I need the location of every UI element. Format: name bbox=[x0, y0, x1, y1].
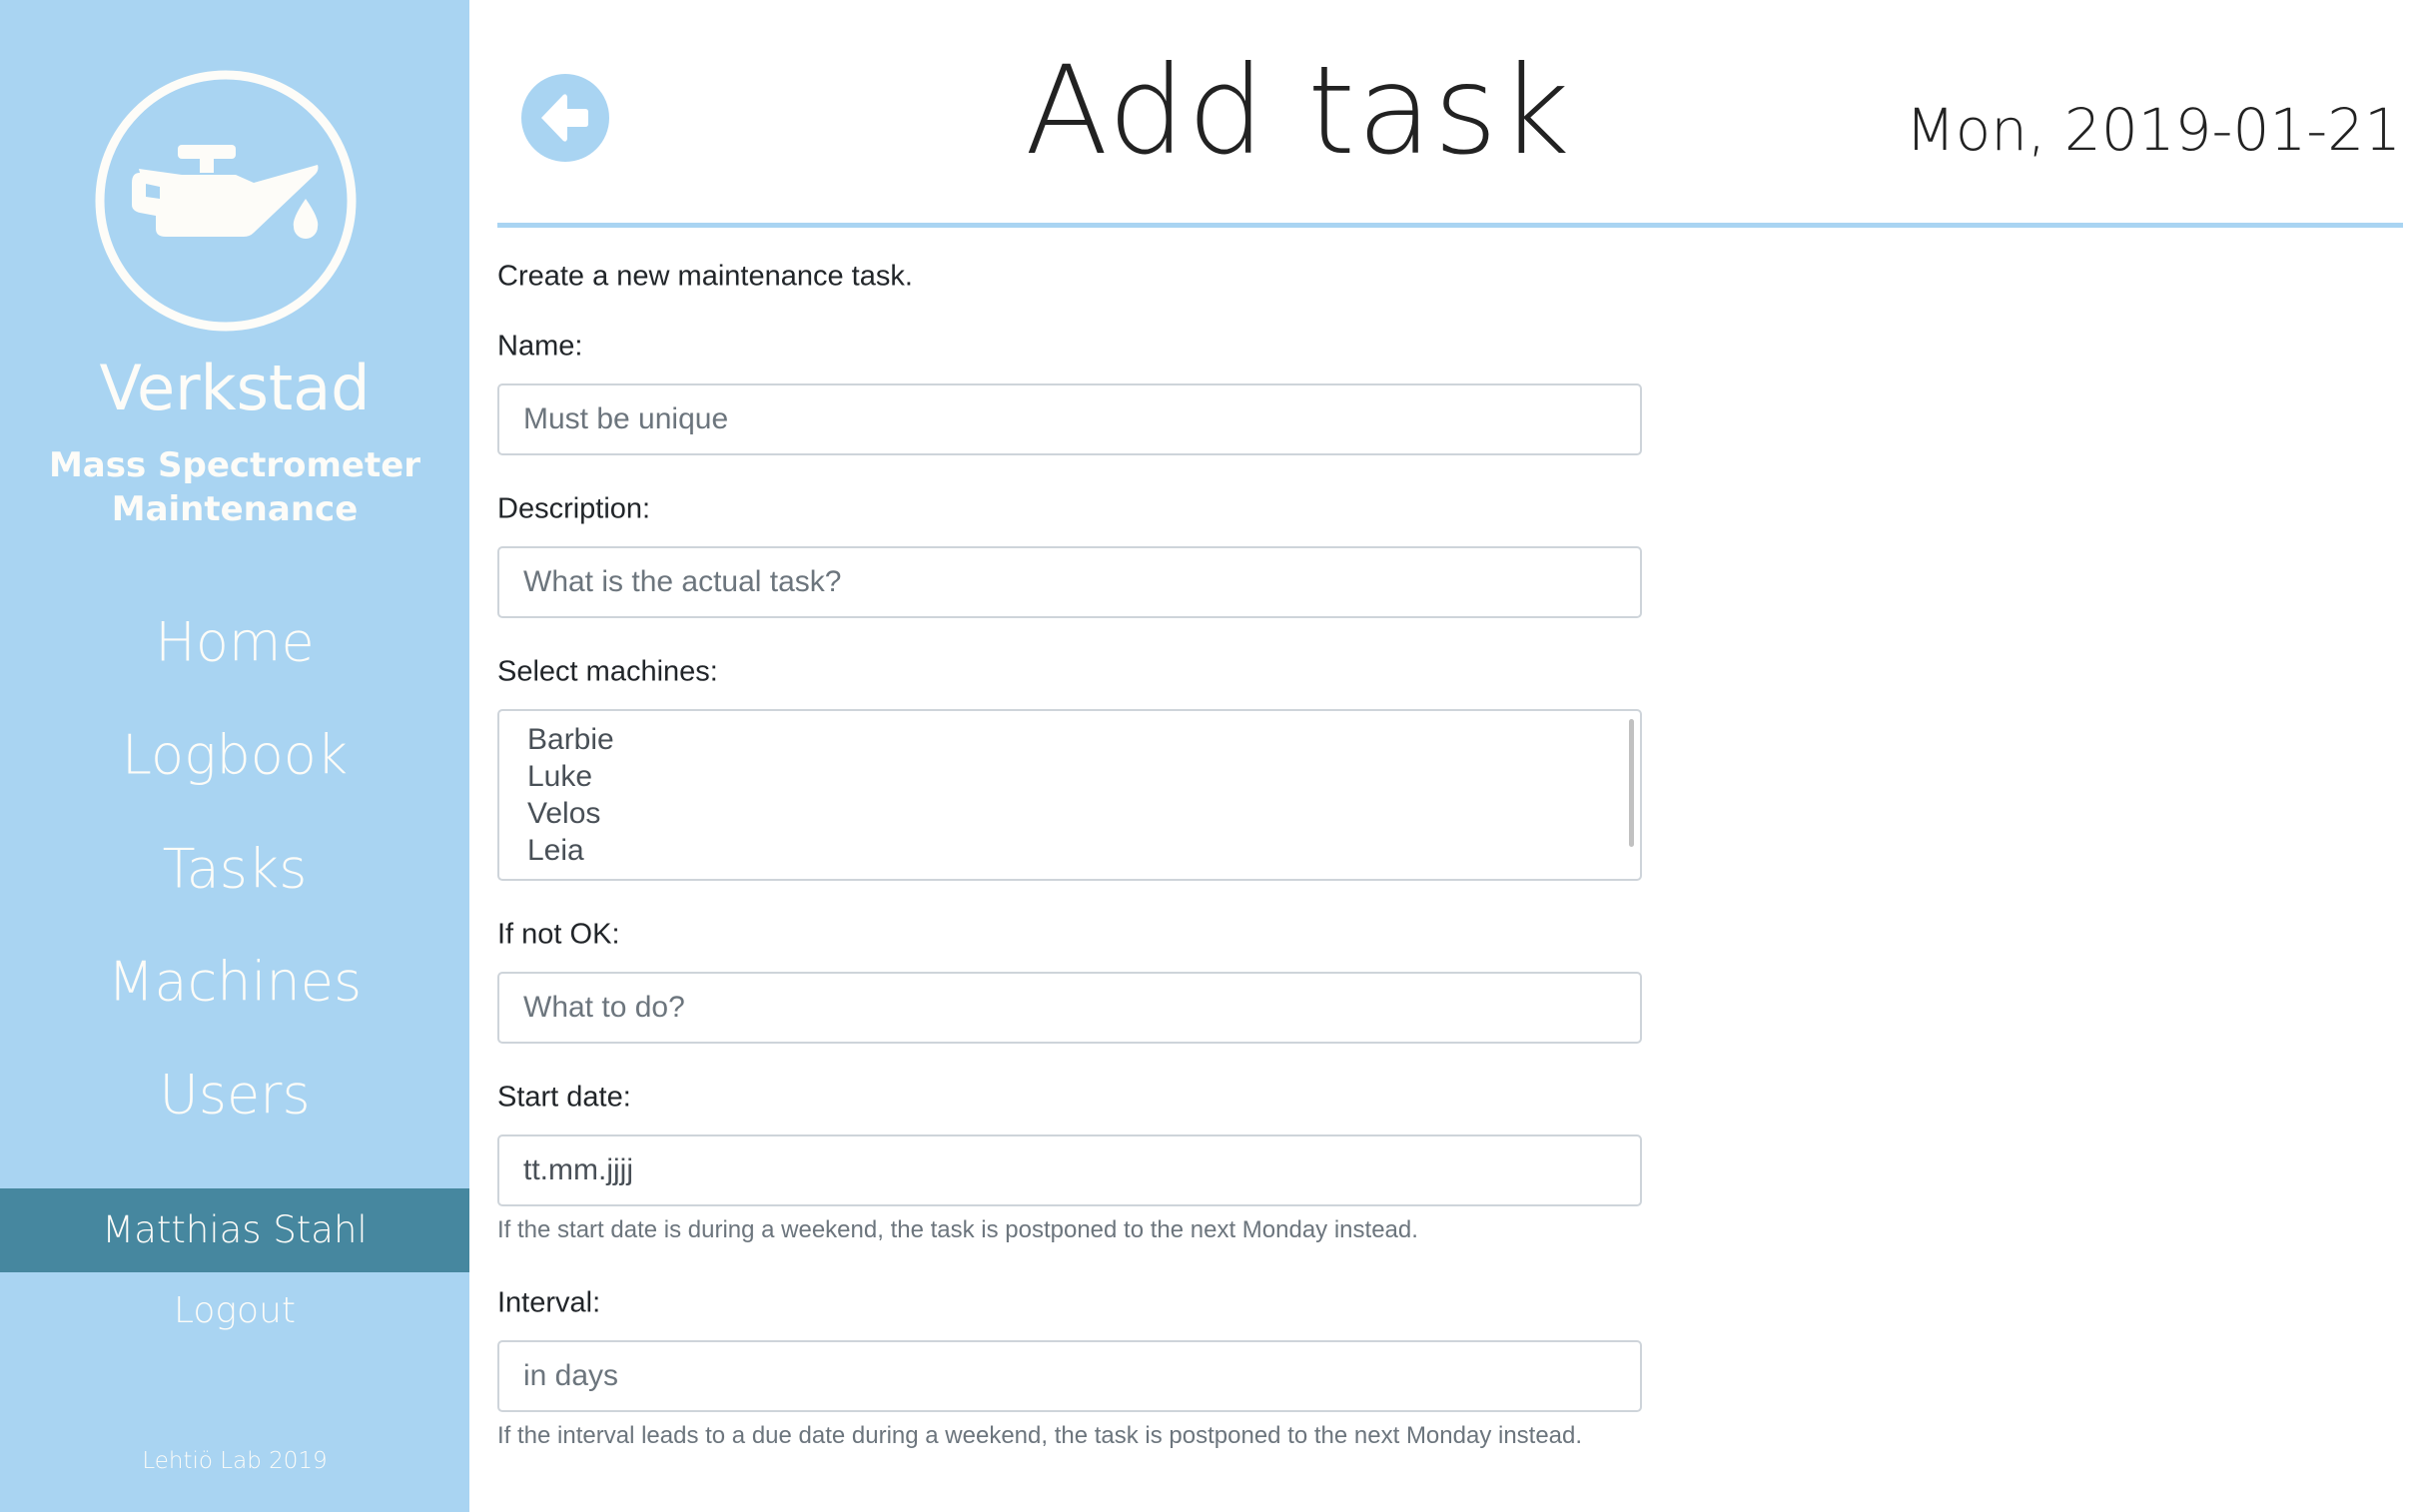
oil-can-icon bbox=[95, 70, 357, 332]
nav-tasks[interactable]: Tasks bbox=[0, 838, 469, 901]
current-user: Matthias Stahl bbox=[0, 1188, 469, 1272]
description-input[interactable]: What is the actual task? bbox=[497, 546, 1642, 618]
subtitle-line-1: Mass Spectrometer bbox=[48, 445, 421, 485]
name-label: Name: bbox=[497, 330, 583, 363]
header-divider bbox=[497, 223, 2403, 228]
ifnotok-input[interactable]: What to do? bbox=[497, 972, 1642, 1044]
scrollbar[interactable] bbox=[1629, 719, 1634, 847]
nav-logbook[interactable]: Logbook bbox=[0, 724, 469, 787]
startdate-help: If the start date is during a weekend, t… bbox=[497, 1216, 1418, 1243]
current-date: Mon, 2019-01-21 bbox=[1905, 96, 2401, 164]
machine-option[interactable]: Luke bbox=[527, 758, 1640, 795]
interval-help: If the interval leads to a due date duri… bbox=[497, 1422, 1583, 1449]
arrow-left-icon bbox=[541, 94, 588, 142]
sidebar: Verkstad Mass Spectrometer Maintenance H… bbox=[0, 0, 469, 1512]
back-button[interactable] bbox=[521, 74, 609, 162]
nav-users[interactable]: Users bbox=[0, 1064, 469, 1127]
startdate-label: Start date: bbox=[497, 1081, 631, 1114]
machine-option[interactable]: Barbie bbox=[527, 721, 1640, 758]
brand-name: Verkstad bbox=[99, 352, 371, 424]
startdate-input[interactable]: tt.mm.jjjj bbox=[497, 1134, 1642, 1206]
name-input[interactable]: Must be unique bbox=[497, 383, 1642, 455]
machine-option[interactable]: Leia bbox=[527, 832, 1640, 869]
nav-home[interactable]: Home bbox=[0, 611, 469, 674]
form-intro: Create a new maintenance task. bbox=[497, 260, 913, 293]
interval-label: Interval: bbox=[497, 1286, 601, 1319]
machines-select[interactable]: Barbie Luke Velos Leia bbox=[497, 709, 1642, 881]
logout-link[interactable]: Logout bbox=[0, 1290, 469, 1331]
interval-input[interactable]: in days bbox=[497, 1340, 1642, 1412]
machines-label: Select machines: bbox=[497, 655, 718, 688]
brand-subtitle: Mass Spectrometer Maintenance bbox=[0, 443, 469, 531]
page-title: Add task bbox=[1025, 40, 1572, 182]
nav-machines[interactable]: Machines bbox=[0, 951, 469, 1014]
footer-text: Lehtiö Lab 2019 bbox=[142, 1448, 328, 1474]
subtitle-line-2: Maintenance bbox=[111, 489, 359, 529]
machine-option[interactable]: Velos bbox=[527, 795, 1640, 832]
ifnotok-label: If not OK: bbox=[497, 918, 620, 951]
description-label: Description: bbox=[497, 492, 651, 525]
